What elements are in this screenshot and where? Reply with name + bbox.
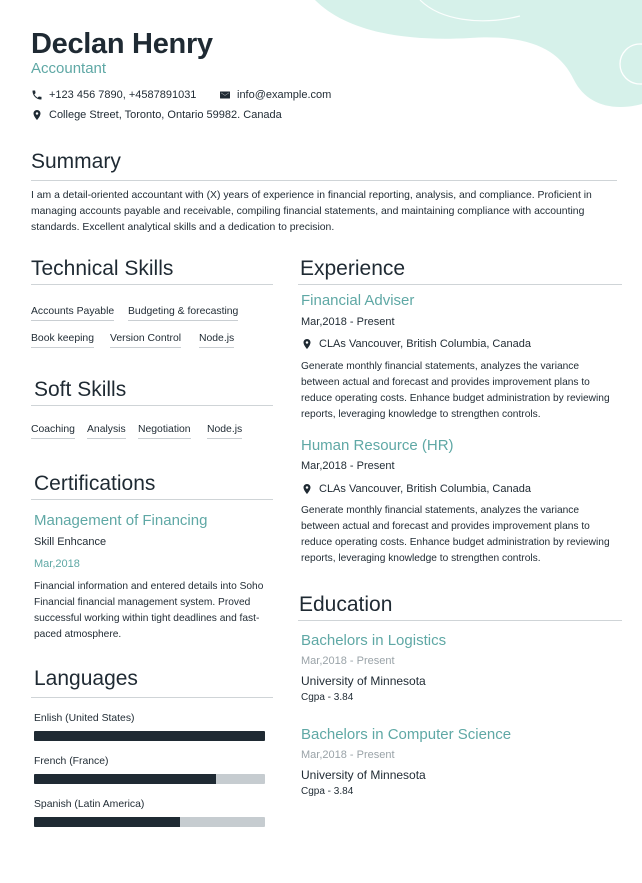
summary-heading: Summary [31, 150, 121, 173]
language-level-bar [34, 774, 265, 784]
technical-skills-heading: Technical Skills [31, 257, 174, 280]
school-name: University of Minnesota [301, 768, 426, 782]
job-title: Financial Adviser [301, 292, 415, 309]
skill-chip: Accounts Payable [31, 306, 115, 321]
skill-chip: Book keeping [31, 333, 94, 348]
envelope-icon [219, 89, 231, 101]
degree-title: Bachelors in Computer Science [301, 726, 512, 743]
degree-date: Mar,2018 - Present [301, 749, 395, 761]
skill-chip: Node.js [207, 424, 243, 439]
skill-chip: Analysis [87, 424, 126, 439]
job-title: Human Resource (HR) [301, 437, 454, 454]
phone-contact: +123 456 7890, +4587891031 [31, 89, 196, 101]
email-text[interactable]: info@example.com [237, 89, 331, 101]
school-name: University of Minnesota [301, 674, 426, 688]
job-date: Mar,2018 - Present [301, 460, 395, 472]
phone-icon [31, 89, 43, 101]
certification-date: Mar,2018 [34, 558, 80, 570]
candidate-name: Declan Henry [31, 28, 213, 60]
skill-chip: Coaching [31, 424, 75, 439]
job-date: Mar,2018 - Present [301, 316, 395, 328]
summary-divider [31, 180, 617, 181]
skill-chip: Version Control [110, 333, 182, 348]
language-name: Enlish (United States) [34, 713, 135, 724]
degree-date: Mar,2018 - Present [301, 655, 395, 667]
certification-subtitle: Skill Enhcance [34, 536, 107, 548]
skill-chip: Node.js [199, 333, 235, 348]
language-level-fill [34, 731, 265, 741]
candidate-title: Accountant [31, 60, 107, 77]
map-pin-icon [31, 109, 43, 121]
technical-skills-divider [31, 284, 273, 285]
experience-divider [298, 284, 622, 285]
email-contact: info@example.com [219, 89, 331, 101]
job-description: Generate monthly financial statements, a… [301, 505, 610, 564]
degree-title: Bachelors in Logistics [301, 632, 447, 649]
address-contact: College Street, Toronto, Ontario 59982. … [31, 109, 282, 121]
gpa-text: Cgpa - 3.84 [301, 786, 354, 797]
language-name: Spanish (Latin America) [34, 799, 145, 810]
job-location: CLAs Vancouver, British Columbia, Canada [301, 338, 531, 350]
languages-heading: Languages [34, 667, 138, 690]
education-heading: Education [299, 593, 393, 616]
languages-divider [31, 697, 273, 698]
language-level-bar [34, 817, 265, 827]
job-location: CLAs Vancouver, British Columbia, Canada [301, 483, 531, 495]
phone-text: +123 456 7890, +4587891031 [49, 89, 197, 101]
gpa-text: Cgpa - 3.84 [301, 692, 354, 703]
soft-skills-heading: Soft Skills [34, 378, 127, 401]
certification-title: Management of Financing [34, 512, 208, 529]
language-name: French (France) [34, 756, 109, 767]
certifications-heading: Certifications [34, 472, 156, 495]
summary-text: I am a detail-oriented accountant with (… [31, 190, 592, 233]
language-level-fill [34, 817, 180, 827]
experience-heading: Experience [300, 257, 406, 280]
map-pin-icon [301, 483, 313, 495]
certification-description: Financial information and entered detail… [34, 581, 264, 640]
skill-chip: Negotiation [138, 424, 191, 439]
address-text: College Street, Toronto, Ontario 59982. … [49, 109, 282, 121]
soft-skills-divider [31, 405, 273, 406]
certifications-divider [31, 499, 273, 500]
job-description: Generate monthly financial statements, a… [301, 361, 610, 420]
skill-chip: Budgeting & forecasting [128, 306, 239, 321]
job-location-text: CLAs Vancouver, British Columbia, Canada [319, 483, 531, 495]
language-level-fill [34, 774, 217, 784]
education-divider [298, 620, 622, 621]
map-pin-icon [301, 338, 313, 350]
language-level-bar [34, 731, 265, 741]
job-location-text: CLAs Vancouver, British Columbia, Canada [319, 338, 531, 350]
